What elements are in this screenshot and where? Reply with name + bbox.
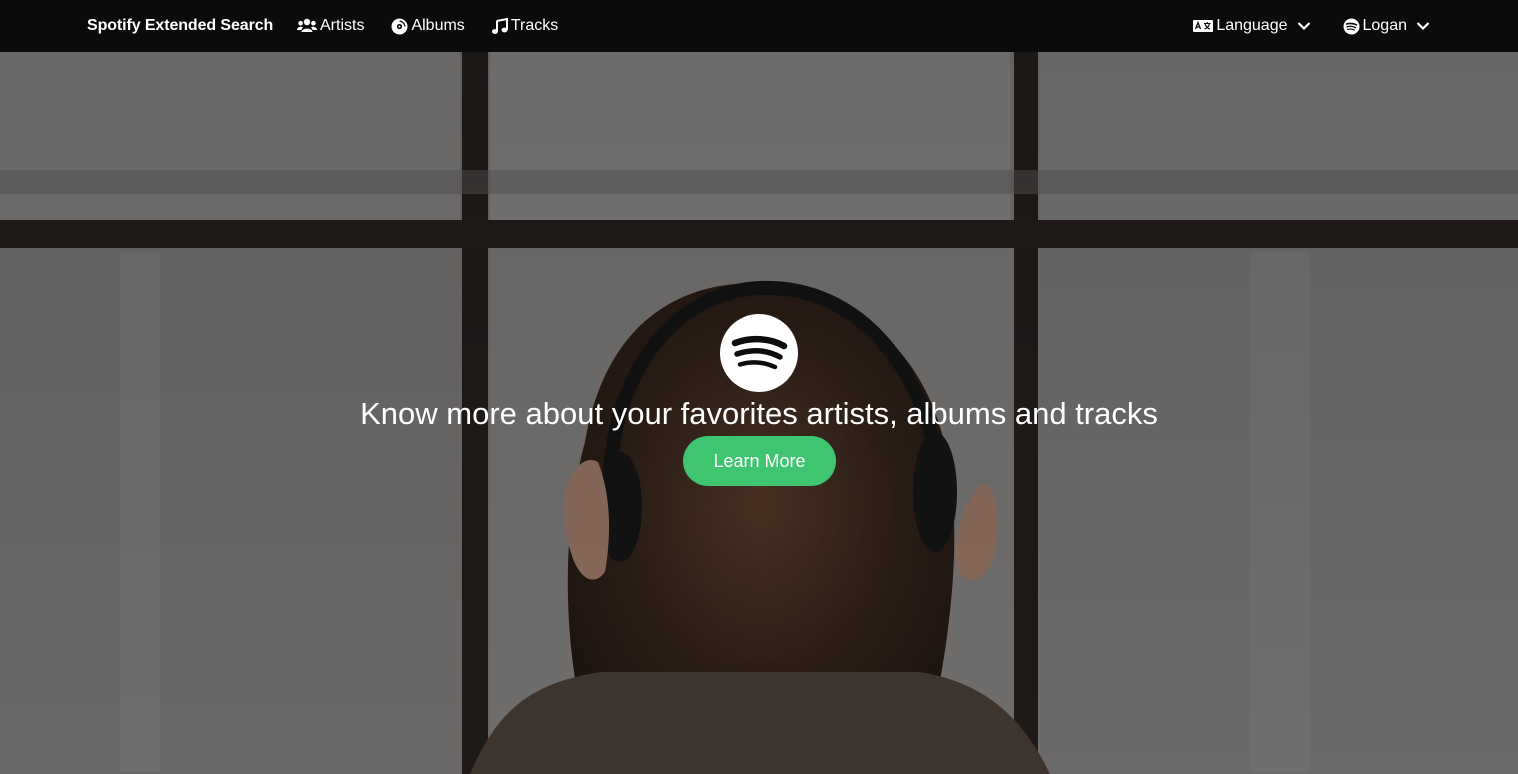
- nav-item-label: Tracks: [510, 17, 559, 34]
- hero-content: Know more about your favorites artists, …: [0, 52, 1518, 774]
- users-icon: [297, 18, 317, 34]
- nav-links: Artists Albums Tracks: [297, 0, 585, 52]
- nav-item-albums[interactable]: Albums: [391, 17, 465, 35]
- chevron-down-icon: [1297, 21, 1311, 31]
- chevron-down-icon: [1416, 21, 1430, 31]
- nav-item-label: Albums: [411, 17, 465, 34]
- brand-link[interactable]: Spotify Extended Search: [87, 0, 273, 52]
- language-label: Language: [1216, 17, 1288, 34]
- hero-section: Know more about your favorites artists, …: [0, 52, 1518, 774]
- user-label: Logan: [1362, 17, 1408, 34]
- spotify-icon: [1343, 18, 1360, 35]
- nav-right: Language Logan: [1193, 0, 1430, 52]
- hero-headline: Know more about your favorites artists, …: [360, 396, 1158, 431]
- translate-icon: [1193, 19, 1214, 33]
- user-dropdown[interactable]: Logan: [1343, 17, 1431, 35]
- nav-item-artists[interactable]: Artists: [297, 17, 364, 35]
- nav-item-tracks[interactable]: Tracks: [491, 17, 559, 35]
- spotify-logo-icon: [720, 314, 798, 392]
- language-dropdown[interactable]: Language: [1193, 17, 1310, 35]
- learn-more-button[interactable]: Learn More: [683, 436, 836, 486]
- top-navbar: Spotify Extended Search Artists Albums T…: [0, 0, 1518, 52]
- nav-item-label: Artists: [320, 17, 365, 34]
- record-icon: [391, 18, 408, 35]
- music-note-icon: [491, 17, 508, 35]
